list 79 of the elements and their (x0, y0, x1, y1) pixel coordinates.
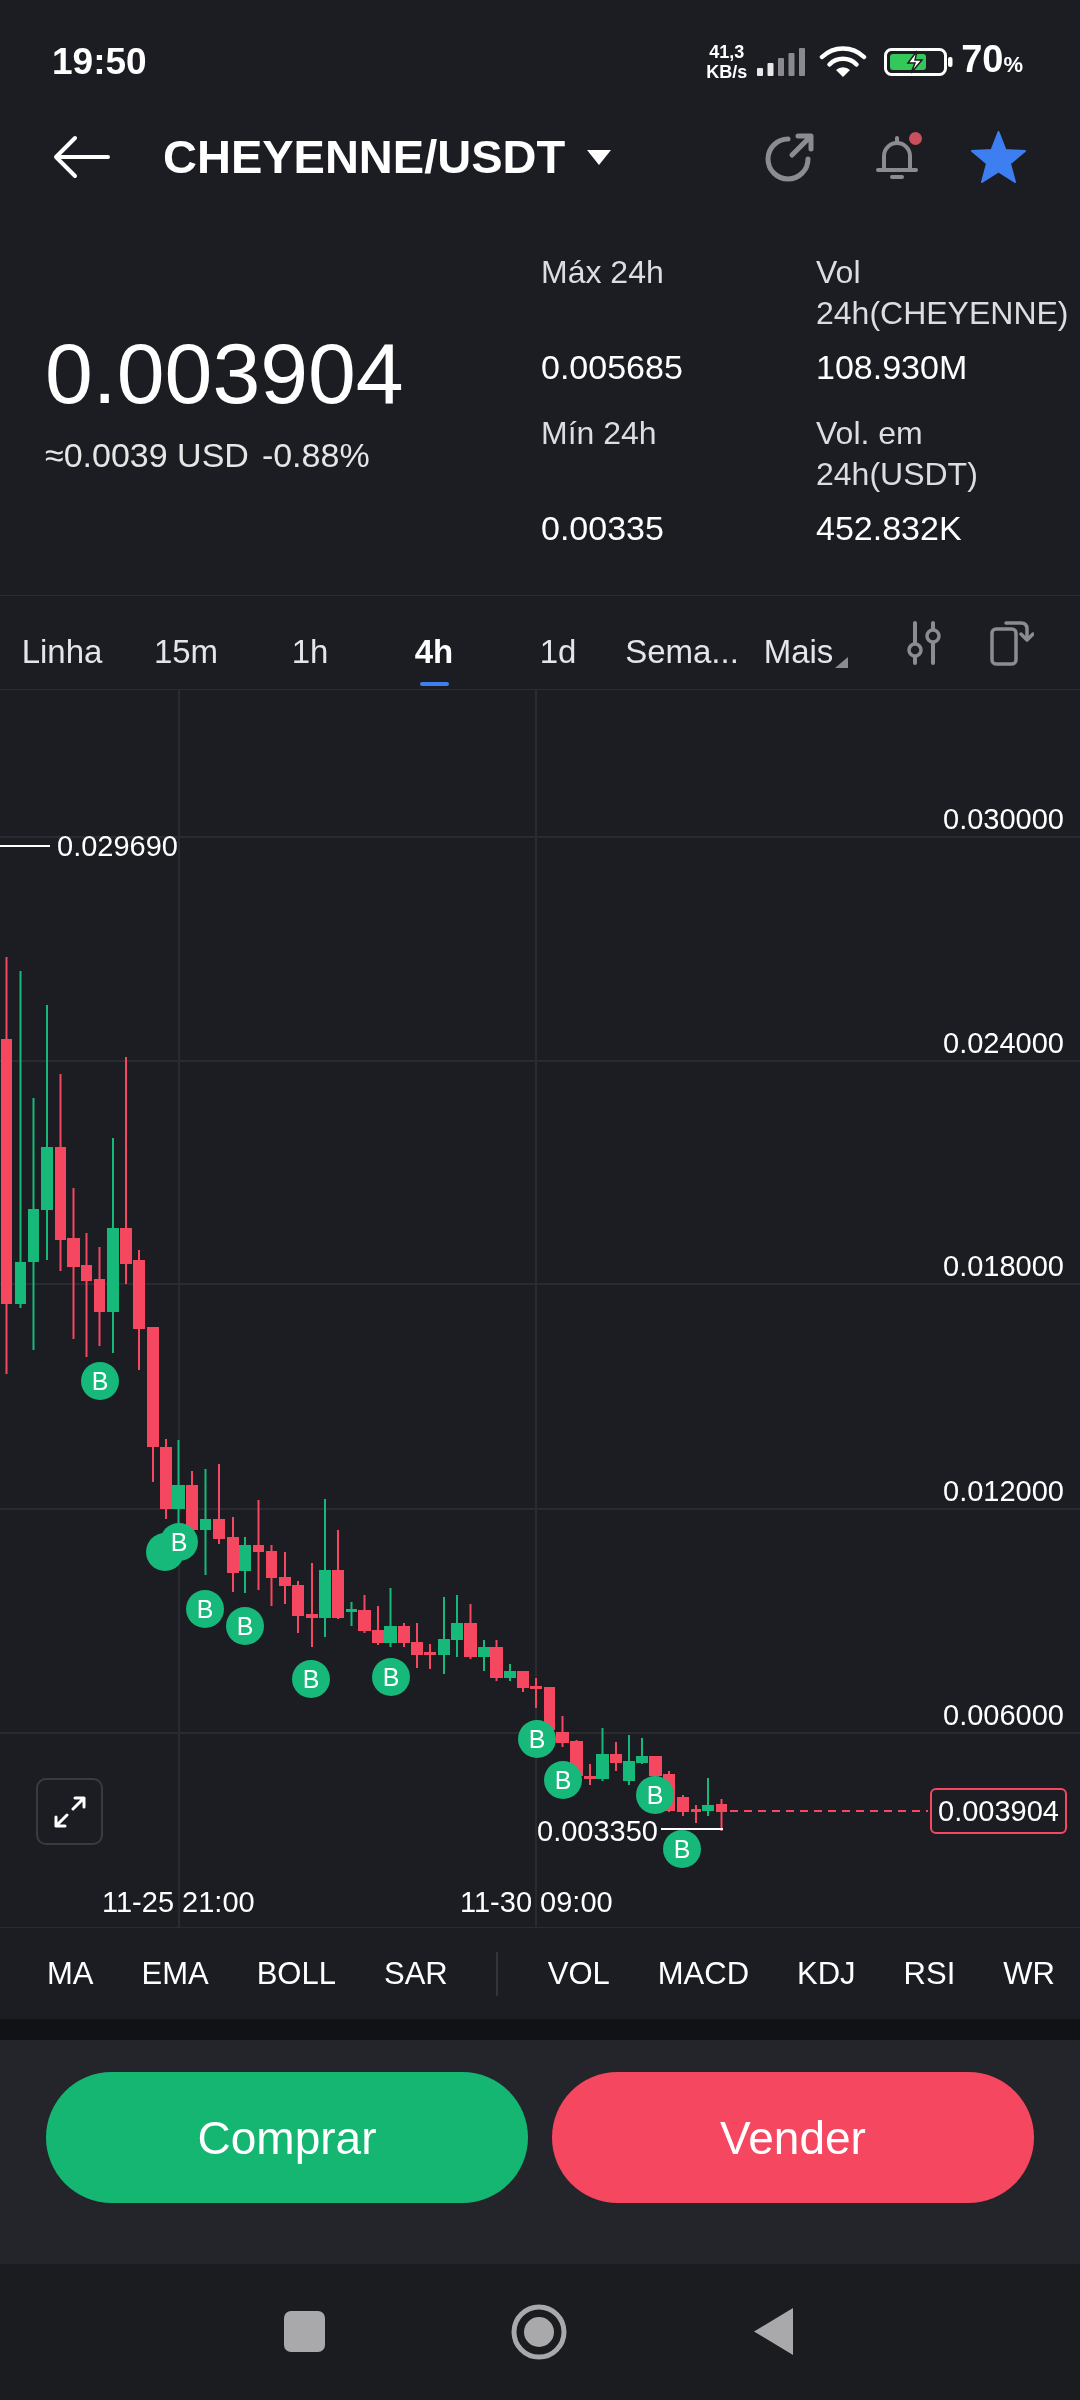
candlestick (239, 1537, 251, 1593)
candlestick (716, 1799, 727, 1831)
expand-icon (53, 1795, 86, 1828)
recents-icon[interactable] (284, 2311, 325, 2352)
stat-label: Mín 24h (541, 415, 657, 451)
buy-marker: B (186, 1590, 224, 1628)
last-price-tag: 0.003904 (930, 1788, 1067, 1834)
high-price-label: 0.029690 (57, 829, 178, 863)
circle-arrow-icon[interactable] (764, 131, 816, 183)
candlestick (451, 1595, 463, 1657)
y-axis-label: 0.012000 (943, 1474, 1064, 1508)
y-axis-label: 0.024000 (943, 1026, 1064, 1060)
back-arrow-icon[interactable] (52, 135, 110, 179)
network-speed-value: 41,3 (709, 42, 745, 62)
stat-label: Máx 24h (541, 254, 664, 290)
stat-label: Vol 24h(CHEYENNE) (816, 254, 1069, 331)
candlestick (517, 1671, 529, 1692)
stat-value: 0.005685 (541, 347, 683, 388)
home-icon[interactable] (511, 2303, 567, 2360)
stat-value: 108.930M (816, 347, 968, 388)
sell-button[interactable]: Vender (552, 2072, 1034, 2203)
indicator-option[interactable]: BOLL (256, 1954, 336, 1993)
timeframe-tab[interactable]: Mais (744, 596, 868, 689)
candlestick (279, 1552, 291, 1604)
stat-label: Vol. em 24h(USDT) (816, 415, 978, 492)
battery-percent: 70% (961, 37, 1023, 82)
low-price-label: 0.003350 (537, 1816, 658, 1846)
pair-title[interactable]: CHEYENNE/USDT (163, 129, 566, 185)
phone-rotate-icon[interactable] (990, 619, 1034, 666)
buy-marker: B (636, 1776, 674, 1814)
star-icon[interactable] (971, 131, 1026, 183)
indicator-option[interactable]: RSI (903, 1954, 956, 1993)
buy-marker: B (518, 1720, 556, 1758)
price-change: -0.88% (261, 435, 370, 475)
indicator-option[interactable]: VOL (547, 1954, 610, 1993)
back-icon[interactable] (754, 2308, 793, 2355)
buy-marker: B (292, 1660, 330, 1698)
y-axis-label: 0.018000 (943, 1249, 1064, 1283)
signal-icon (757, 48, 806, 76)
wifi-icon (819, 46, 868, 78)
buy-marker: B (544, 1761, 582, 1799)
y-axis-label: 0.030000 (943, 802, 1064, 836)
stat-value: 0.00335 (541, 508, 664, 549)
indicator-option[interactable]: MA (47, 1954, 94, 1993)
candlestick (292, 1581, 304, 1633)
buy-marker: B (81, 1362, 119, 1400)
high-price-line (0, 845, 51, 847)
buy-marker: B (160, 1523, 198, 1561)
battery-icon (884, 48, 955, 76)
last-price: 0.003904 (45, 330, 404, 416)
stat-value: 452.832K (816, 508, 962, 549)
candlestick (266, 1545, 277, 1606)
sliders-icon[interactable] (906, 620, 942, 665)
timeframe-tab[interactable]: 1d (496, 596, 620, 689)
expand-button[interactable] (36, 1778, 103, 1845)
network-speed-unit: KB/s (706, 62, 748, 82)
indicator-option[interactable]: KDJ (797, 1954, 856, 1993)
candlestick (530, 1678, 542, 1708)
caret-down-icon[interactable] (587, 149, 612, 165)
buy-marker: B (226, 1607, 264, 1645)
candlestick (544, 1687, 555, 1730)
timeframe-tab[interactable]: 15m (124, 596, 248, 689)
timeframe-tab[interactable]: Sema... (620, 596, 744, 689)
indicator-option[interactable]: MACD (657, 1954, 750, 1993)
timeframe-tab[interactable]: 4h (372, 596, 496, 689)
x-axis-label: 11-30 09:00 (460, 1885, 613, 1919)
timeframe-tab[interactable]: Linha (0, 596, 124, 689)
x-axis-label: 11-25 21:00 (102, 1885, 255, 1919)
candlestick (677, 1795, 689, 1816)
indicator-option[interactable]: SAR (383, 1954, 448, 1993)
buy-marker: B (372, 1658, 410, 1696)
buy-marker: B (663, 1830, 701, 1868)
status-time: 19:50 (52, 40, 147, 84)
timeframe-tab[interactable]: 1h (248, 596, 372, 689)
low-price-line (660, 1828, 724, 1830)
indicator-option[interactable]: EMA (141, 1954, 209, 1993)
indicator-option[interactable]: WR (1003, 1954, 1055, 1993)
y-axis-label: 0.006000 (943, 1698, 1064, 1732)
fiat-price: ≈0.0039 USD (45, 435, 249, 475)
